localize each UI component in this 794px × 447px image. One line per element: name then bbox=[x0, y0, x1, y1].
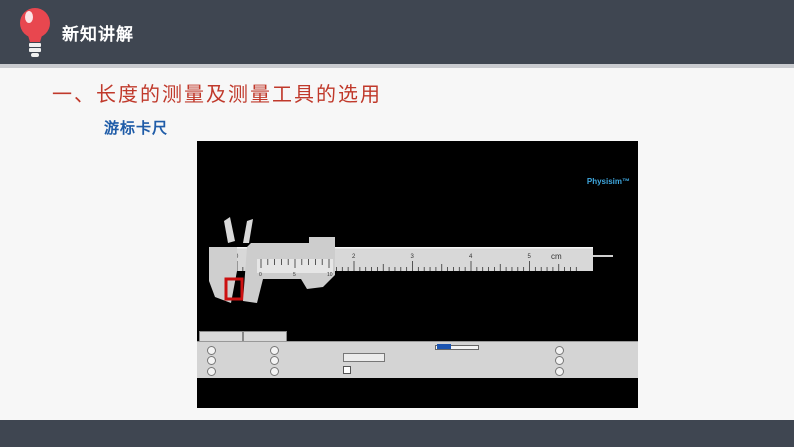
option-radio[interactable] bbox=[207, 367, 216, 376]
control-button[interactable] bbox=[343, 353, 385, 362]
control-panel bbox=[197, 341, 638, 378]
inner-jaw-fixed bbox=[224, 217, 235, 243]
option-checkbox[interactable] bbox=[343, 366, 351, 374]
option-radio[interactable] bbox=[555, 367, 564, 376]
option-radio[interactable] bbox=[207, 356, 216, 365]
option-radio[interactable] bbox=[270, 367, 279, 376]
lightbulb-icon bbox=[20, 8, 50, 57]
option-radio[interactable] bbox=[270, 356, 279, 365]
vernier-number: 10 bbox=[327, 272, 333, 278]
footer-bar bbox=[0, 420, 794, 447]
header-title: 新知讲解 bbox=[62, 25, 134, 45]
vernier-caliper-simulation[interactable]: Physisim™ 012345 cm 0510 bbox=[197, 141, 638, 408]
vernier-caliper-illustration[interactable]: 012345 cm 0510 bbox=[197, 141, 638, 331]
option-radio[interactable] bbox=[555, 356, 564, 365]
option-radio[interactable] bbox=[207, 346, 216, 355]
scale-unit: cm bbox=[551, 252, 562, 261]
header-bar: 新知讲解 bbox=[0, 0, 794, 64]
option-radio[interactable] bbox=[555, 346, 564, 355]
vernier-number: 5 bbox=[293, 272, 296, 278]
depth-rod bbox=[593, 255, 613, 257]
sub-heading: 游标卡尺 bbox=[104, 119, 169, 137]
option-radio[interactable] bbox=[270, 346, 279, 355]
vernier-number: 0 bbox=[259, 272, 262, 278]
section-heading: 一、长度的测量及测量工具的选用 bbox=[52, 82, 382, 106]
inner-jaw-sliding bbox=[243, 219, 253, 243]
slider-thumb[interactable] bbox=[437, 344, 451, 349]
fixed-jaw bbox=[209, 247, 237, 303]
